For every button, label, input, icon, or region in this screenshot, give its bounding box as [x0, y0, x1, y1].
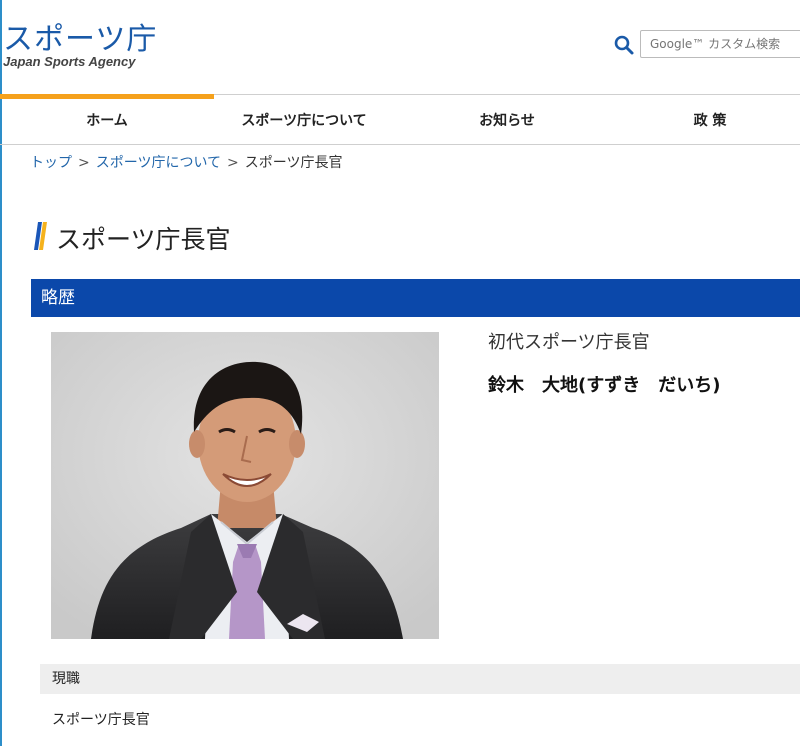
breadcrumb: トップ > スポーツ庁について > スポーツ庁長官 [30, 152, 343, 172]
breadcrumb-separator: > [227, 155, 239, 171]
search-input[interactable] [640, 30, 800, 58]
site-logo-en[interactable]: Japan Sports Agency [3, 54, 135, 69]
title-accent-mark [33, 222, 47, 250]
current-position-value: スポーツ庁長官 [52, 712, 150, 728]
breadcrumb-link-about[interactable]: スポーツ庁について [96, 155, 221, 171]
site-logo-ja[interactable]: スポーツ庁 [3, 14, 157, 58]
global-nav: ホーム スポーツ庁について お知らせ 政 策 [0, 94, 800, 145]
section-heading-biography: 略歴 [31, 279, 800, 317]
page-title: スポーツ庁長官 [56, 225, 231, 254]
nav-item-news[interactable]: お知らせ [394, 95, 620, 144]
commissioner-portrait-photo [51, 332, 439, 639]
nav-item-home[interactable]: ホーム [0, 94, 214, 144]
breadcrumb-current: スポーツ庁長官 [244, 155, 343, 171]
breadcrumb-separator: > [78, 155, 90, 171]
nav-item-about[interactable]: スポーツ庁について [214, 95, 394, 144]
breadcrumb-link-top[interactable]: トップ [30, 155, 72, 171]
commissioner-name: 鈴木 大地(すずき だいち) [488, 375, 721, 396]
current-position-heading: 現職 [40, 664, 800, 694]
search-icon[interactable] [612, 33, 636, 57]
nav-item-policy[interactable]: 政 策 [620, 95, 800, 144]
commissioner-role: 初代スポーツ庁長官 [488, 332, 650, 353]
site-header: スポーツ庁 Japan Sports Agency [0, 0, 800, 95]
